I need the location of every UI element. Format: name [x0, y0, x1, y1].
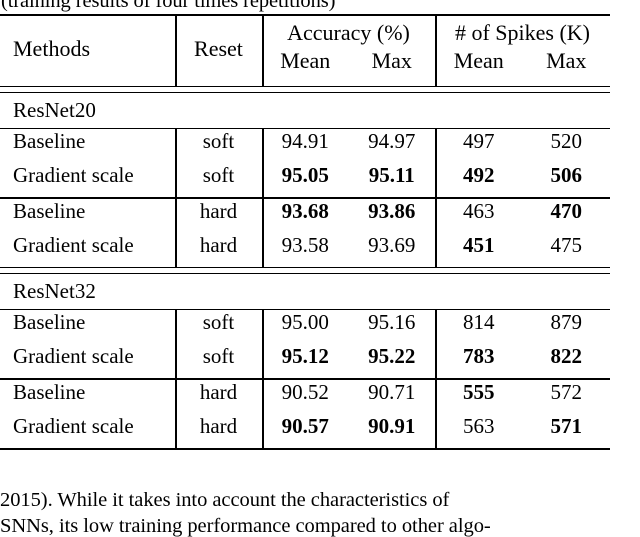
cell-spikes-max: 470 — [550, 198, 583, 223]
cell-accuracy-mean: 90.57 — [281, 413, 329, 438]
header-accuracy-max: Max — [371, 47, 412, 73]
block-rule-1-1 — [0, 447, 610, 450]
cell-accuracy-max: 90.71 — [368, 379, 416, 404]
cell-spikes-mean: 783 — [463, 344, 495, 369]
results-table: Methods Reset Accuracy (%) Mean Max # of … — [0, 14, 610, 450]
table-row: Baseline soft 95.00 95.16 814 879 — [0, 310, 610, 344]
cell-spikes-mean: 492 — [463, 163, 495, 188]
table-header: Methods Reset Accuracy (%) Mean Max # of … — [0, 15, 610, 86]
cell-spikes-max: 571 — [550, 413, 583, 438]
cell-accuracy-mean: 95.00 — [281, 310, 329, 335]
cell-method: Baseline — [13, 379, 86, 404]
cell-accuracy-mean: 95.12 — [281, 344, 329, 369]
cell-accuracy-mean: 94.91 — [281, 129, 329, 154]
cell-method: Baseline — [13, 310, 86, 335]
table-body: ResNet20 Baseline soft 94.91 94.97 497 520 Grad… — [0, 93, 610, 450]
table-caption-text: (training results of four times repetiti… — [1, 0, 336, 12]
cell-accuracy-mean: 93.68 — [281, 198, 329, 223]
header-spikes-max: Max — [546, 47, 587, 73]
row-group-1-1: Baseline hard 90.52 90.71 555 572 Gradient sca… — [0, 379, 610, 448]
header-methods: Methods — [13, 35, 90, 61]
header-accuracy-subrow: Mean Max — [262, 48, 435, 74]
cell-method: Gradient scale — [13, 344, 134, 369]
cell-spikes-max: 822 — [550, 344, 583, 369]
header-spikes-title: # of Spikes (K) — [454, 19, 591, 45]
header-reset: Reset — [194, 35, 243, 61]
cell-accuracy-max: 90.91 — [368, 413, 416, 438]
paper-page: (training results of four times repetiti… — [0, 0, 640, 537]
body-paragraph: 2015). While it takes into account the c… — [0, 487, 610, 537]
cell-reset: soft — [202, 163, 235, 188]
table-row: Baseline hard 93.68 93.86 463 470 — [0, 199, 610, 233]
cell-method: Gradient scale — [13, 163, 134, 188]
cell-method: Gradient scale — [13, 413, 134, 438]
table-header-double-rule — [0, 85, 610, 93]
cell-method: Gradient scale — [13, 232, 134, 257]
cell-spikes-mean: 451 — [463, 232, 495, 257]
cell-spikes-mean: 563 — [463, 413, 495, 438]
header-spikes-mean: Mean — [453, 47, 504, 73]
cell-spikes-mean: 555 — [463, 379, 495, 404]
row-group-0-1: Baseline hard 93.68 93.86 463 470 Gradient sca… — [0, 198, 610, 267]
header-accuracy-title: Accuracy (%) — [287, 19, 410, 45]
body-line-1: 2015). While it takes into account the c… — [0, 489, 450, 511]
cell-spikes-max: 879 — [550, 310, 583, 335]
row-group-1-0: Baseline soft 95.00 95.16 814 879 Gradient sca… — [0, 310, 610, 379]
cell-accuracy-max: 93.86 — [368, 198, 416, 223]
cell-spikes-max: 572 — [550, 379, 583, 404]
header-spikes-group: # of Spikes (K) Mean Max — [435, 20, 610, 74]
table-row: Gradient scale hard 90.57 90.91 563 571 — [0, 414, 610, 448]
cell-accuracy-mean: 90.52 — [281, 379, 329, 404]
table-row: Gradient scale soft 95.12 95.22 783 822 — [0, 344, 610, 378]
table-row: Gradient scale soft 95.05 95.11 492 506 — [0, 163, 610, 197]
header-spikes-subrow: Mean Max — [435, 48, 610, 74]
section-end-double-rule-0 — [0, 266, 610, 274]
cell-reset: hard — [199, 232, 238, 257]
cell-accuracy-mean: 93.58 — [281, 232, 329, 257]
cell-reset: hard — [199, 413, 238, 438]
cell-accuracy-max: 95.16 — [368, 310, 416, 335]
body-line-2: SNNs, its low training performance compa… — [0, 515, 491, 537]
cell-method: Baseline — [13, 129, 86, 154]
cell-reset: hard — [199, 198, 238, 223]
cell-spikes-max: 506 — [550, 163, 583, 188]
row-group-0-0: Baseline soft 94.91 94.97 497 520 Gradient sca… — [0, 129, 610, 198]
table-row: Gradient scale hard 93.58 93.69 451 475 — [0, 233, 610, 267]
cell-reset: soft — [202, 129, 235, 154]
cell-reset: soft — [202, 310, 235, 335]
cell-spikes-max: 475 — [550, 232, 583, 257]
cell-reset: soft — [202, 344, 235, 369]
header-accuracy-group: Accuracy (%) Mean Max — [262, 20, 435, 74]
section-header-resnet32: ResNet32 — [13, 278, 96, 303]
cell-spikes-max: 520 — [550, 129, 583, 154]
cell-method: Baseline — [13, 198, 86, 223]
cell-accuracy-mean: 95.05 — [281, 163, 329, 188]
cell-accuracy-max: 94.97 — [368, 129, 416, 154]
cell-accuracy-max: 95.11 — [368, 163, 415, 188]
table-row: Baseline hard 90.52 90.71 555 572 — [0, 380, 610, 414]
cell-spikes-mean: 814 — [463, 310, 495, 335]
cell-spikes-mean: 463 — [463, 198, 495, 223]
cell-accuracy-max: 93.69 — [368, 232, 416, 257]
table-caption-clipped: (training results of four times repetiti… — [0, 0, 610, 14]
cell-reset: hard — [199, 379, 238, 404]
cell-accuracy-max: 95.22 — [368, 344, 416, 369]
section-header-resnet20: ResNet20 — [13, 97, 96, 122]
table-row: Baseline soft 94.91 94.97 497 520 — [0, 129, 610, 163]
header-accuracy-mean: Mean — [280, 47, 331, 73]
cell-spikes-mean: 497 — [463, 129, 495, 154]
